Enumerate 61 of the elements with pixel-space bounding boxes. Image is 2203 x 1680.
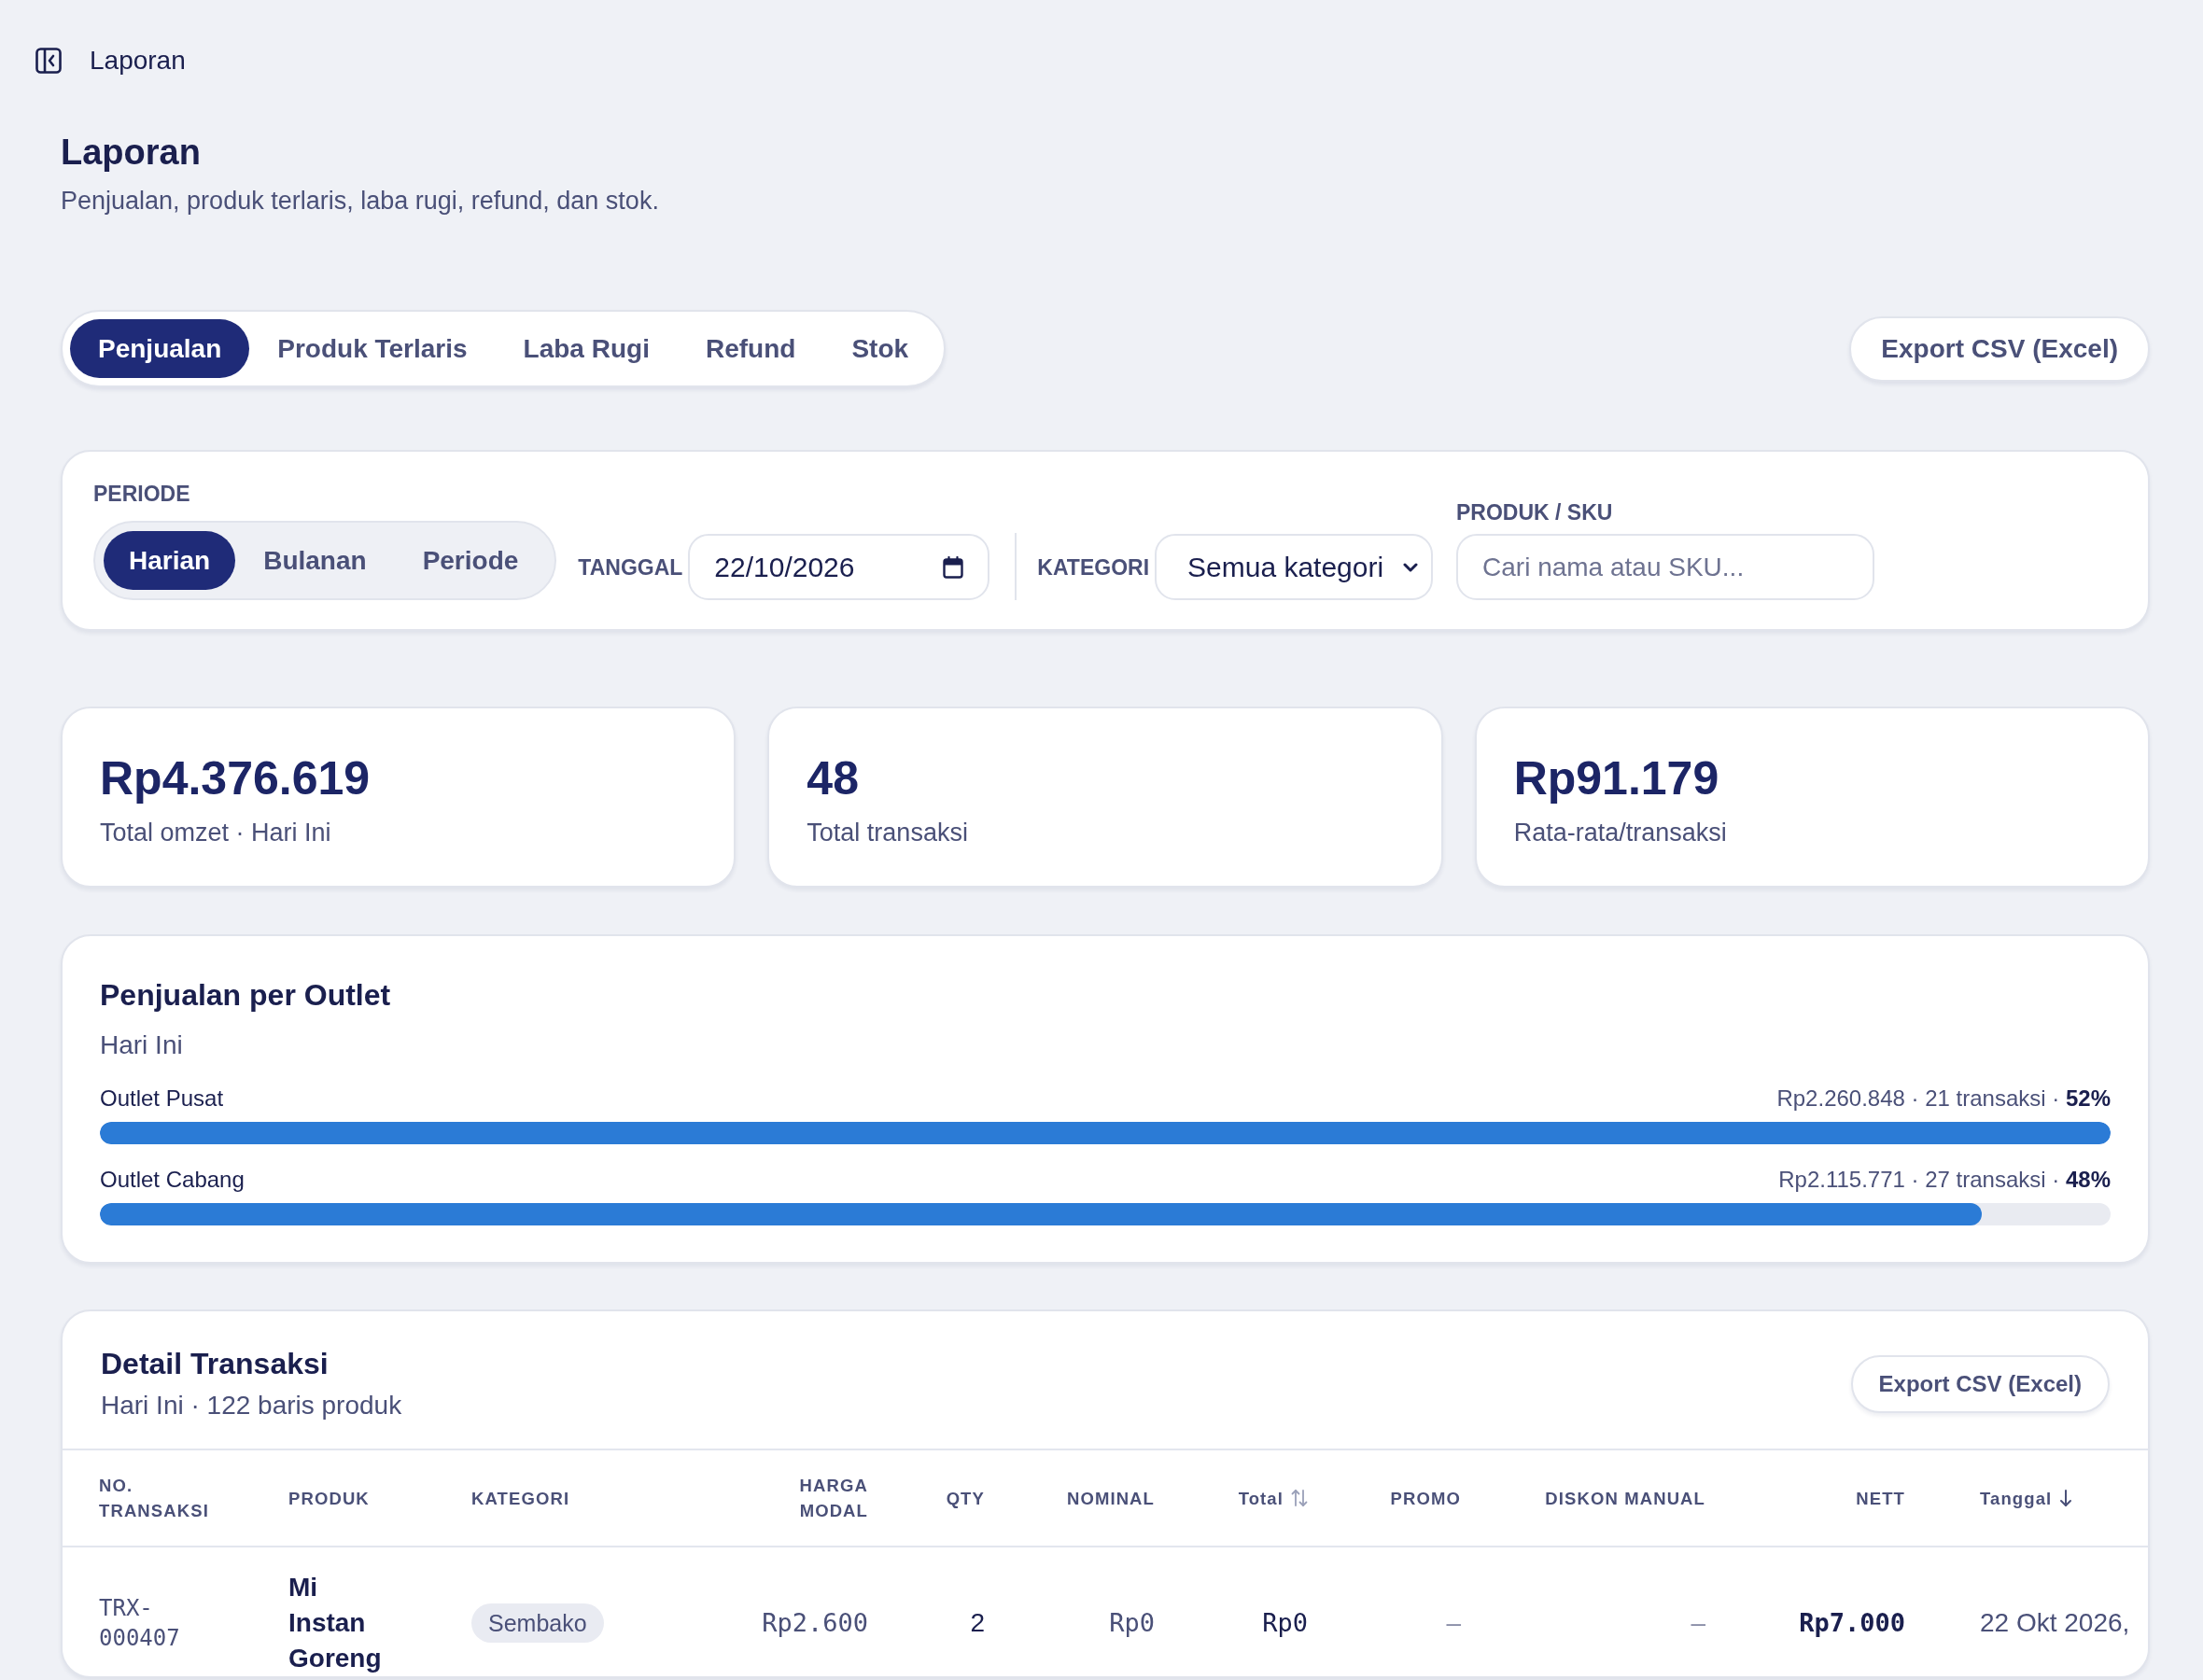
column-header: NETT: [1856, 1488, 1905, 1508]
transaction-id: TRX-000407: [99, 1595, 180, 1651]
breadcrumb-title: Laporan: [90, 45, 186, 77]
column-header: NO. TRANSAKSI: [99, 1476, 209, 1520]
price-text: Rp2.600: [762, 1608, 868, 1637]
stat-label: Total omzet · Hari Ini: [100, 818, 331, 848]
stat-value: Rp4.376.619: [100, 751, 371, 806]
period-option[interactable]: Bulanan: [235, 531, 395, 590]
column-header: DISKON MANUAL: [1545, 1488, 1705, 1508]
search-field[interactable]: Cari nama atau SKU...: [1456, 534, 1875, 600]
amount-text: Rp0: [1262, 1608, 1308, 1637]
field-label: PERIODE: [93, 482, 190, 506]
panel-title: Detail Transaksi: [101, 1346, 329, 1382]
net-amount: Rp7.000: [1799, 1608, 1905, 1637]
field-label: PRODUK / SKU: [1456, 500, 1613, 525]
column-header: PRODUK: [288, 1488, 370, 1508]
quantity-text: 2: [970, 1608, 985, 1637]
arrow-down-icon[interactable]: [2059, 1489, 2073, 1507]
panel-title: Penjualan per Outlet: [100, 977, 391, 1014]
calendar-icon[interactable]: [943, 555, 964, 579]
field-label: TANGGAL: [578, 554, 683, 580]
stat-value: 48: [807, 751, 859, 806]
empty-value: –: [1446, 1608, 1461, 1637]
page-title: Laporan: [61, 132, 201, 174]
outlet-summary: Rp2.260.848 · 21 transaksi · 52%: [1776, 1085, 2111, 1113]
column-header: PROMO: [1390, 1488, 1461, 1508]
date-text: 22 Okt 2026,: [1980, 1608, 2130, 1637]
column-header: HARGA MODAL: [799, 1476, 868, 1520]
stat-label: Rata-rata/transaksi: [1513, 818, 1727, 848]
report-tab[interactable]: Penjualan: [70, 319, 250, 378]
sidebar-toggle-icon[interactable]: [35, 48, 62, 74]
export-button[interactable]: Export CSV (Excel): [1850, 1354, 2110, 1413]
outlet-name: Outlet Pusat: [100, 1085, 224, 1113]
panel-subtitle: Hari Ini: [100, 1029, 183, 1061]
period-option[interactable]: Harian: [104, 531, 236, 590]
price-text: Rp0: [1109, 1608, 1155, 1637]
category-tag: Sembako: [471, 1603, 604, 1643]
product-name: Mi Instan Goreng: [288, 1573, 382, 1673]
panel-subtitle: Hari Ini · 122 baris produk: [101, 1390, 402, 1421]
report-tab[interactable]: Stok: [823, 319, 937, 378]
stat-value: Rp91.179: [1513, 751, 1719, 806]
category-select[interactable]: Semua kategori: [1155, 534, 1434, 600]
empty-value: –: [1691, 1608, 1705, 1637]
chevron-down-icon: [1403, 562, 1419, 572]
date-field[interactable]: 22/10/2026: [688, 534, 990, 600]
export-button[interactable]: Export CSV (Excel): [1849, 315, 2150, 382]
column-header[interactable]: Total: [1238, 1485, 1284, 1511]
column-header: KATEGORI: [471, 1488, 570, 1508]
field-label: KATEGORI: [1037, 554, 1150, 580]
period-option[interactable]: Periode: [394, 531, 547, 590]
report-tab[interactable]: Refund: [677, 319, 824, 378]
outlet-summary: Rp2.115.771 · 27 transaksi · 48%: [1778, 1166, 2111, 1194]
column-header[interactable]: Tanggal: [1980, 1485, 2053, 1511]
report-tab[interactable]: Produk Terlaris: [249, 319, 496, 378]
stat-label: Total transaksi: [807, 818, 968, 848]
sort-icon[interactable]: [1291, 1489, 1308, 1507]
outlet-name: Outlet Cabang: [100, 1166, 245, 1194]
column-header: NOMINAL: [1066, 1488, 1155, 1508]
column-header: QTY: [946, 1488, 985, 1508]
report-tab[interactable]: Laba Rugi: [495, 319, 678, 378]
page-subtitle: Penjualan, produk terlaris, laba rugi, refund, dan stok.: [61, 186, 659, 217]
